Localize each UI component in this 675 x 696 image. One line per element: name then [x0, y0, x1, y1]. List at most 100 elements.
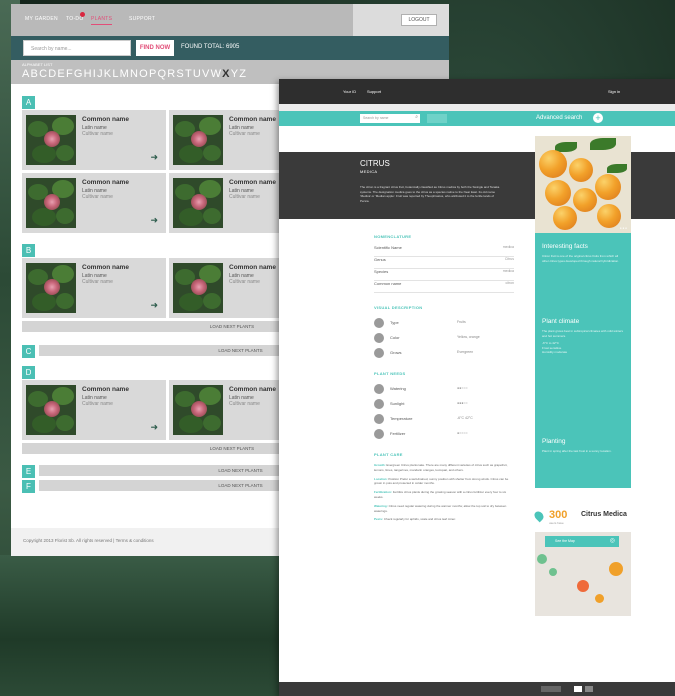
section-letter[interactable]: B — [22, 244, 35, 257]
logout-button[interactable]: LOGOUT — [401, 14, 437, 26]
carousel-dots[interactable]: ● ● ● — [620, 226, 627, 230]
plant-thumbnail[interactable] — [26, 263, 76, 313]
alphabet-letter[interactable]: E — [57, 68, 66, 80]
alphabet-letter[interactable]: A — [22, 68, 31, 80]
alphabet-letter[interactable]: Q — [157, 68, 167, 80]
attribute-value: ●●●○○ — [457, 401, 468, 405]
attribute-row: Temperature -6°C 42°C — [374, 412, 514, 427]
alphabet-letter[interactable]: G — [74, 68, 84, 80]
alphabet-letter[interactable]: S — [176, 68, 185, 80]
alphabet-letter[interactable]: H — [84, 68, 93, 80]
plant-thumbnail[interactable] — [26, 178, 76, 228]
alphabet-letter[interactable]: B — [31, 68, 40, 80]
plant-thumbnail[interactable] — [173, 178, 223, 228]
alphabet-letter[interactable]: Z — [239, 68, 247, 80]
plant-card[interactable]: Common nameLatin nameCultivar name➜ — [22, 380, 166, 440]
row-label: Scientific Name — [374, 245, 402, 250]
alphabet-letter[interactable]: Y — [231, 68, 240, 80]
location-pin-icon — [532, 509, 546, 523]
alphabet-letter[interactable]: F — [66, 68, 74, 80]
attribute-value: ●○○○○ — [457, 431, 468, 435]
plant-subtitle: MEDICA — [360, 169, 378, 174]
page-control[interactable] — [574, 686, 582, 692]
arrow-right-icon[interactable]: ➜ — [150, 300, 158, 311]
care-text: Position Prefer a well-drained, sunny po… — [374, 476, 509, 486]
section-letter[interactable]: E — [22, 465, 35, 478]
users-label: users have — [549, 521, 564, 525]
social-icons[interactable] — [541, 686, 561, 692]
row-label: Genus — [374, 257, 386, 262]
cultivar-name: Cultivar name — [82, 401, 113, 407]
search-input[interactable]: Search by name... — [23, 40, 131, 56]
plant-card[interactable]: Common nameLatin nameCultivar name➜ — [22, 110, 166, 170]
care-paragraph: Growth: Evergreen Citrus plants take. Th… — [374, 463, 514, 473]
care-heading: Watering: — [374, 503, 388, 508]
alphabet-letter[interactable]: O — [139, 68, 149, 80]
planting-title: Planting — [542, 438, 566, 445]
search-strip: Search by name ⌕ Advanced search + — [279, 111, 675, 126]
common-name: Common name — [229, 116, 276, 123]
nav-plants[interactable]: PLANTS — [91, 16, 113, 25]
arrow-right-icon[interactable]: ➜ — [150, 152, 158, 163]
find-now-button[interactable]: FIND NOW — [136, 40, 174, 56]
plant-details: NOMENCLATURE Scientific Name medica Genus C… — [374, 234, 514, 526]
cultivar-name: Cultivar name — [229, 401, 260, 407]
location-plant-name: Citrus Medica — [581, 511, 627, 518]
cultivar-name: Cultivar name — [229, 131, 260, 137]
plant-title: CITRUS — [360, 159, 390, 168]
nav-my-garden[interactable]: MY GARDEN — [25, 16, 58, 22]
climate-item: Humidity moderate — [542, 350, 568, 354]
alphabet-letter[interactable]: W — [211, 68, 223, 80]
map[interactable]: See the Map ◎ — [535, 532, 631, 616]
plant-thumbnail[interactable] — [173, 385, 223, 435]
planting-text: Plant in spring after the last frost in … — [542, 449, 612, 453]
nav-support[interactable]: SUPPORT — [129, 16, 155, 22]
alphabet-letter[interactable]: M — [120, 68, 130, 80]
section-letter[interactable]: D — [22, 366, 35, 379]
row-value: medica — [502, 245, 514, 249]
page-control[interactable] — [585, 686, 593, 692]
care-heading: Location: — [374, 476, 388, 481]
plant-thumbnail[interactable] — [173, 263, 223, 313]
see-map-button[interactable]: See the Map ◎ — [545, 536, 619, 547]
plant-thumbnail[interactable] — [26, 115, 76, 165]
plus-icon[interactable]: + — [593, 113, 603, 123]
row-value: Citrus — [504, 257, 514, 261]
alphabet-letter[interactable]: V — [202, 68, 211, 80]
plant-card[interactable]: Common nameLatin nameCultivar name➜ — [22, 258, 166, 318]
plant-thumbnail[interactable] — [26, 385, 76, 435]
color-icon — [374, 333, 384, 343]
alphabet-letter[interactable]: X — [222, 68, 231, 80]
alphabet-letter[interactable]: L — [112, 68, 119, 80]
cultivar-name: Cultivar name — [82, 194, 113, 200]
attribute-row: Watering ●●○○○ — [374, 382, 514, 397]
common-name: Common name — [229, 264, 276, 271]
facts-title: Interesting facts — [542, 243, 588, 250]
climate-text: The plant grows best in subtropical clim… — [542, 329, 624, 338]
arrow-right-icon[interactable]: ➜ — [150, 422, 158, 433]
alphabet-letter[interactable]: T — [185, 68, 193, 80]
care-paragraph: Location: Position Prefer a well-drained… — [374, 477, 514, 487]
alphabet-letter[interactable]: N — [130, 68, 139, 80]
facts-text: Citron fruit is one of the original citr… — [542, 254, 620, 263]
plant-thumbnail[interactable] — [173, 115, 223, 165]
arrow-right-icon[interactable]: ➜ — [150, 215, 158, 226]
section-letter[interactable]: A — [22, 96, 35, 109]
search-button[interactable] — [427, 114, 447, 123]
advanced-search-link[interactable]: Advanced search — [536, 115, 582, 121]
plant-photo[interactable]: ● ● ● — [535, 136, 631, 233]
alphabet-letter[interactable]: J — [97, 68, 104, 80]
attribute-value: Fruits — [457, 320, 466, 324]
signin-link[interactable]: Sign in — [608, 89, 620, 94]
alphabet-letter[interactable]: C — [39, 68, 48, 80]
section-letter[interactable]: F — [22, 480, 35, 493]
search-input[interactable]: Search by name ⌕ — [360, 114, 420, 123]
nav-support[interactable]: Support — [367, 89, 381, 94]
section-letter[interactable]: C — [22, 345, 35, 358]
top-nav: MY GARDEN TO-DO PLANTS SUPPORT LOGOUT — [11, 4, 449, 36]
notification-badge — [80, 12, 85, 17]
alphabet-letter[interactable]: U — [193, 68, 202, 80]
nav-your-id[interactable]: Your ID — [343, 89, 356, 94]
climate-title: Plant climate — [542, 318, 580, 325]
plant-card[interactable]: Common nameLatin nameCultivar name➜ — [22, 173, 166, 233]
